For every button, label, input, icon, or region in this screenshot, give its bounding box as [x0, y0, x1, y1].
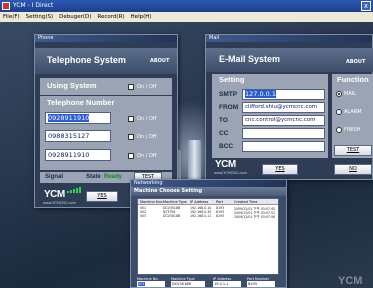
- menu-help[interactable]: Help(H): [131, 12, 152, 22]
- mail-about-link[interactable]: ABOUT: [346, 59, 365, 65]
- col-ip-address[interactable]: IP Address: [190, 200, 208, 204]
- col-created-time[interactable]: Created Time: [234, 200, 258, 204]
- from-field[interactable]: clifford.shiu@ycmcnc.com: [242, 102, 325, 113]
- menu-debuger[interactable]: Debuger(D): [59, 12, 91, 22]
- function-finish-label: FINISH: [344, 127, 361, 133]
- phone-2-checkbox[interactable]: [128, 134, 134, 140]
- mail-title: E-Mail System: [219, 54, 281, 64]
- function-mail-radio[interactable]: [336, 91, 342, 97]
- mail-dialog-caption: Mail: [206, 35, 372, 42]
- phone-3-checkbox[interactable]: [128, 153, 134, 159]
- mail-test-button[interactable]: TEST: [334, 145, 372, 156]
- window-titlebar: YCM - I Direct x: [0, 0, 373, 12]
- col-machine-no[interactable]: Machine Kno.: [140, 200, 163, 204]
- cc-label: CC: [219, 130, 229, 137]
- function-alarm-radio[interactable]: [336, 109, 342, 115]
- machine-dialog-caption: Networking: [131, 180, 286, 187]
- phone-yes-button[interactable]: YES: [86, 191, 118, 202]
- background-logo: YCM: [338, 275, 363, 287]
- using-system-checkbox[interactable]: [128, 84, 134, 90]
- on-off-label: On / Off: [137, 134, 157, 140]
- port-number-input[interactable]: 8193: [247, 281, 275, 287]
- phone-number-field-3[interactable]: 0928911910: [45, 149, 111, 161]
- state-label: State: [86, 174, 101, 180]
- ip-address-input[interactable]: 19.2.1.1: [213, 281, 241, 287]
- machine-no-input[interactable]: 001: [137, 281, 165, 287]
- mail-setting-label: Setting: [219, 75, 245, 84]
- phone-dialog-caption: Phone: [35, 35, 177, 42]
- function-finish-radio[interactable]: [336, 127, 342, 133]
- mail-logo-url: www.YCMCNC.com: [214, 171, 247, 175]
- mail-function-label: Function: [337, 75, 369, 84]
- to-field[interactable]: cnc.control@ycmcnc.com: [242, 115, 325, 126]
- mail-no-button[interactable]: NO: [334, 164, 372, 175]
- machine-dialog-title: Machine Choose Setting: [131, 187, 286, 196]
- on-off-label: On / Off: [137, 84, 157, 90]
- menu-bar: File(F) Setting(S) Debuger(D) Record(R) …: [0, 12, 373, 22]
- close-button[interactable]: x: [361, 1, 371, 11]
- state-value: Ready: [104, 174, 123, 180]
- window-title: YCM - I Direct: [13, 2, 54, 9]
- machine-choose-dialog: Networking Machine Choose Setting Machin…: [130, 179, 287, 288]
- on-off-label: On / Off: [137, 116, 157, 122]
- mail-ycm-logo: YCM: [215, 159, 236, 170]
- function-mail-label: MAIL: [344, 91, 356, 97]
- phone-title: Telephone System: [47, 55, 126, 65]
- machine-table: Machine Kno. Machine Type IP Address Por…: [137, 198, 279, 275]
- phone-number-field-2[interactable]: 0988315127: [45, 130, 111, 142]
- menu-record[interactable]: Record(R): [97, 12, 124, 22]
- cc-field[interactable]: [242, 128, 325, 139]
- bcc-label: BCC: [219, 143, 234, 150]
- phone-1-checkbox[interactable]: [128, 116, 134, 122]
- col-machine-type[interactable]: Machine Type: [163, 200, 187, 204]
- menu-file[interactable]: File(F): [3, 12, 20, 22]
- machine-type-select[interactable]: DCV3018B: [171, 281, 205, 287]
- function-alarm-label: ALARM: [344, 109, 362, 115]
- menu-setting[interactable]: Setting(S): [26, 12, 53, 22]
- signal-strength-icon: [67, 174, 82, 193]
- col-port[interactable]: Port: [216, 200, 223, 204]
- phone-about-link[interactable]: ABOUT: [150, 58, 169, 64]
- using-system-label: Using System: [47, 81, 97, 90]
- on-off-label: On / Off: [137, 153, 157, 159]
- phone-logo-url: www.YCMCNC.com: [43, 201, 76, 205]
- telephone-number-label: Telephone Number: [47, 98, 115, 107]
- from-label: FROM: [219, 104, 239, 111]
- smtp-field[interactable]: 127.0.0.1: [242, 89, 325, 100]
- signal-label: Signal: [45, 174, 64, 180]
- bcc-field[interactable]: [242, 141, 325, 152]
- mail-yes-button[interactable]: YES: [262, 164, 298, 175]
- phone-number-field-1[interactable]: 0928911910: [45, 112, 111, 124]
- smtp-label: SMTP: [219, 91, 238, 98]
- table-row[interactable]: 003 DCV3018B 192.168.0.11 8193 2009/12/01 下午…: [140, 214, 276, 219]
- app-icon: [2, 2, 10, 10]
- table-header: Machine Kno. Machine Type IP Address Por…: [138, 199, 278, 205]
- phone-ycm-logo: YCM: [44, 189, 65, 200]
- to-label: TO: [219, 117, 228, 124]
